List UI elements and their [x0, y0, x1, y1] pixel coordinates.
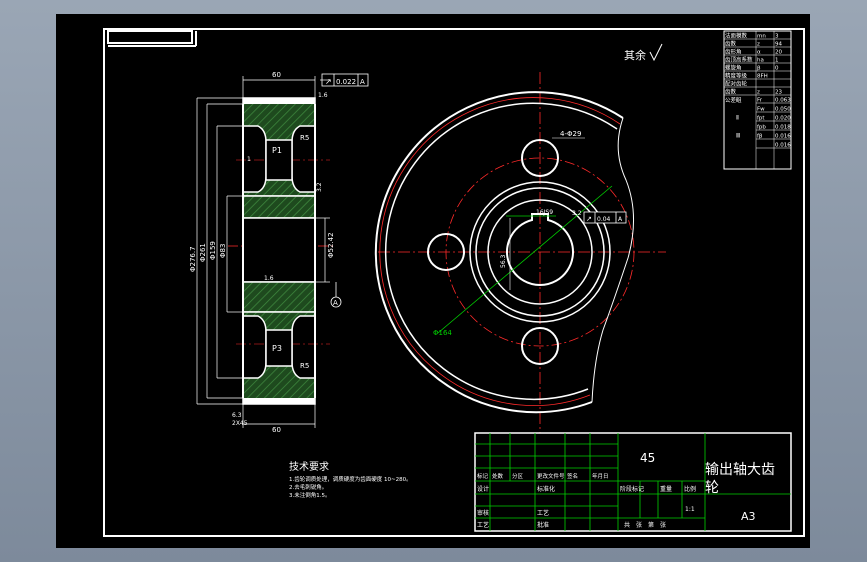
param-value: 20	[775, 49, 782, 55]
tolerance-symbol: fpt	[757, 115, 765, 121]
title-block: 45 输出轴大齿 轮 A3 1:1 标记 处数 分区 更改文件号 签名 年月日 设计 标准…	[474, 432, 792, 532]
tolerance-value: 0.018	[775, 124, 791, 130]
svg-text:56.3: 56.3	[500, 254, 507, 268]
note-line-2: 2.去毛刺锐角。	[289, 483, 327, 491]
tolerance-value: 0.016	[775, 142, 791, 148]
sheet-size: A3	[741, 510, 756, 523]
scale-value: 1:1	[685, 506, 695, 513]
bore	[242, 217, 316, 283]
svg-text:Φ276.7: Φ276.7	[189, 246, 197, 272]
param-value: 0	[775, 65, 779, 71]
svg-text:共 张 第 张: 共 张 第 张	[624, 521, 666, 529]
param-symbol: ha	[757, 57, 764, 63]
param-label: 法面模数	[725, 31, 748, 39]
svg-text:6.3: 6.3	[232, 412, 242, 419]
svg-text:P1: P1	[272, 146, 282, 155]
param-label: 配对齿轮	[725, 79, 748, 87]
svg-text:↗: ↗	[325, 77, 332, 86]
tolerance-group: Ⅱ	[736, 114, 739, 121]
svg-text:批准: 批准	[537, 521, 549, 529]
param-label: 齿数	[725, 87, 737, 95]
tolerance-value: 0.016	[775, 133, 791, 139]
svg-text:标准化: 标准化	[537, 485, 555, 493]
svg-text:R5: R5	[300, 362, 309, 370]
param-label: 齿数	[725, 39, 737, 47]
tolerance-value: 0.020	[775, 115, 791, 121]
svg-text:16JS9: 16JS9	[536, 209, 553, 216]
revision-header: 年月日	[592, 472, 609, 480]
tolerance-group: Ⅰ	[736, 96, 738, 103]
svg-text:0.04: 0.04	[597, 216, 611, 223]
gear-parameter-table: 法面模数 mn 3 齿数 z 94 齿形角 α 20 齿顶高系数 ha 1 螺旋角 β 0 精度等级 8FH 配对…	[723, 30, 792, 170]
part-name-line1: 输出轴大齿	[705, 462, 775, 478]
param-symbol: β	[757, 65, 761, 71]
tolerance-symbol: fpb	[757, 124, 766, 130]
tolerance-group-label: 公差组	[725, 96, 742, 104]
svg-text:↗: ↗	[586, 215, 592, 223]
param-value: 1	[775, 57, 779, 63]
param-value: 94	[775, 41, 782, 47]
revision-header: 处数	[492, 472, 504, 480]
svg-text:60: 60	[272, 71, 281, 79]
param-label: 螺旋角	[725, 63, 742, 71]
hub-upper-section	[242, 195, 316, 219]
svg-text:设计: 设计	[477, 485, 489, 493]
notes-title: 技术要求	[289, 460, 329, 473]
svg-text:工艺: 工艺	[477, 521, 489, 529]
svg-text:A: A	[333, 299, 338, 307]
svg-text:1: 1	[247, 156, 251, 163]
part-name-line2: 轮	[705, 480, 719, 496]
tolerance-symbol: fβ	[757, 133, 763, 139]
svg-text:Φ164: Φ164	[433, 329, 452, 337]
svg-text:Φ261: Φ261	[199, 243, 207, 262]
note-line-3: 3.未注倒角1.5。	[289, 491, 331, 499]
svg-text:Φ159: Φ159	[209, 241, 217, 260]
param-symbol: 8FH	[757, 73, 768, 79]
tolerance-group: Ⅲ	[736, 132, 740, 139]
note-line-1: 1.齿轮调质处理，调质硬度为齿面硬度 10~280。	[289, 475, 412, 483]
svg-text:60: 60	[272, 426, 281, 434]
tolerance-symbol: Fw	[757, 106, 765, 112]
param-symbol: z	[757, 89, 760, 95]
param-label: 精度等级	[725, 71, 748, 79]
svg-text:1.6: 1.6	[264, 275, 274, 282]
hub-lower-section	[242, 281, 316, 313]
material-text: 45	[640, 451, 655, 465]
svg-text:3.2: 3.2	[572, 210, 582, 217]
revision-header: 标记	[477, 472, 489, 480]
svg-text:比例: 比例	[684, 485, 696, 493]
tolerance-symbol: Fr	[757, 97, 763, 103]
param-symbol: mn	[757, 33, 766, 39]
svg-text:1.6: 1.6	[318, 92, 328, 99]
cad-drawing: 其余 ↗ 0.022 A A 60 60 Φ276.7 Φ261 Φ159 Φ8…	[56, 14, 810, 548]
param-label: 齿形角	[725, 47, 742, 55]
svg-text:4-Φ29: 4-Φ29	[560, 130, 581, 138]
svg-text:R5: R5	[300, 134, 309, 142]
revision-header: 分区	[512, 472, 524, 480]
param-symbol: α	[757, 49, 761, 55]
revision-header: 更改文件号	[537, 472, 565, 480]
param-symbol: z	[757, 41, 760, 47]
revision-header: 签名	[567, 472, 578, 480]
svg-text:重量: 重量	[660, 485, 672, 493]
tolerance-value: 0.063	[775, 97, 791, 103]
param-label: 齿顶高系数	[725, 55, 753, 63]
svg-text:0.022: 0.022	[336, 78, 356, 86]
tolerance-value: 0.050	[775, 106, 791, 112]
param-value: 23	[775, 89, 782, 95]
svg-text:A: A	[360, 78, 365, 86]
svg-text:2X45: 2X45	[232, 420, 248, 427]
svg-text:其余: 其余	[624, 48, 646, 62]
svg-text:3.2: 3.2	[316, 182, 323, 192]
svg-text:Φ52.42: Φ52.42	[327, 232, 335, 258]
svg-text:阶段标记: 阶段标记	[620, 485, 644, 493]
param-value: 3	[775, 33, 779, 39]
svg-text:Φ83: Φ83	[219, 244, 227, 258]
svg-text:P3: P3	[272, 344, 282, 353]
svg-text:工艺: 工艺	[537, 509, 549, 517]
svg-text:审核: 审核	[477, 509, 489, 517]
